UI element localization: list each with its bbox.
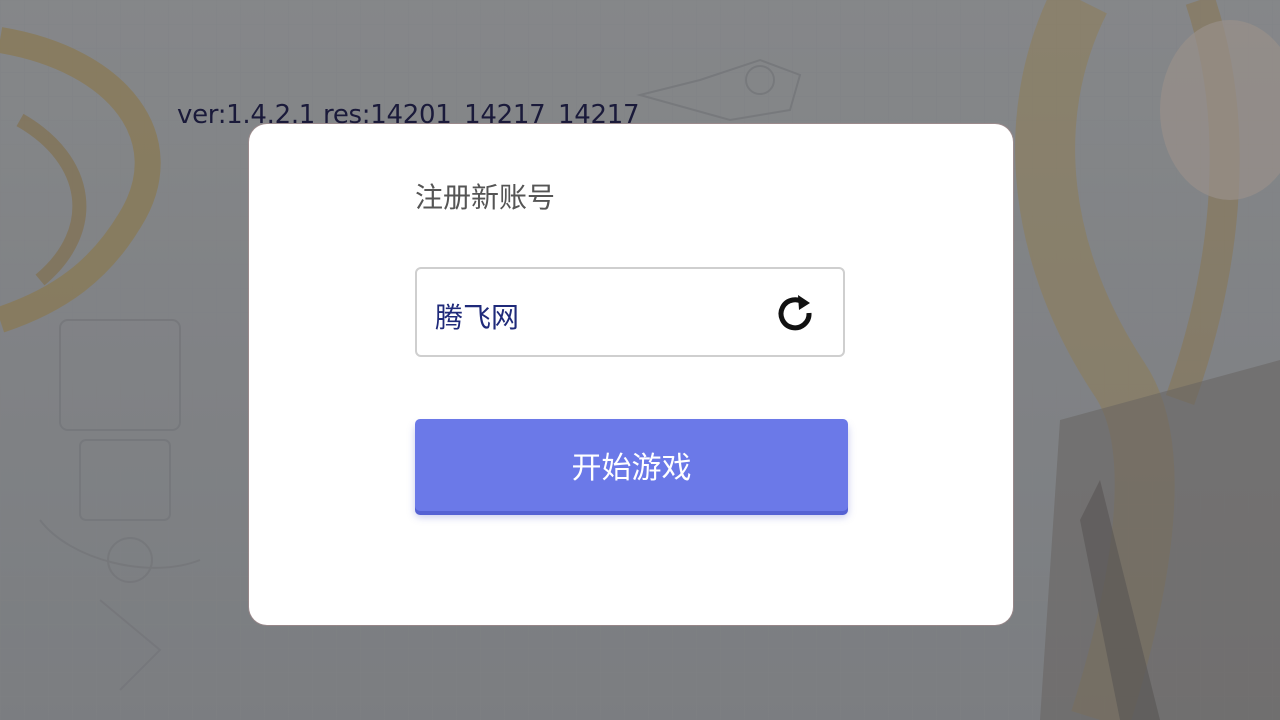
refresh-icon[interactable] [771, 289, 819, 337]
register-dialog: 注册新账号 腾飞网 开始游戏 [249, 124, 1013, 625]
account-field[interactable]: 腾飞网 [415, 267, 845, 357]
start-game-button[interactable]: 开始游戏 [415, 419, 848, 511]
game-screen: ver:1.4.2.1 res:14201_14217_14217 注册新账号 … [0, 0, 1280, 720]
account-value[interactable]: 腾飞网 [435, 296, 519, 336]
dialog-title: 注册新账号 [415, 181, 556, 214]
